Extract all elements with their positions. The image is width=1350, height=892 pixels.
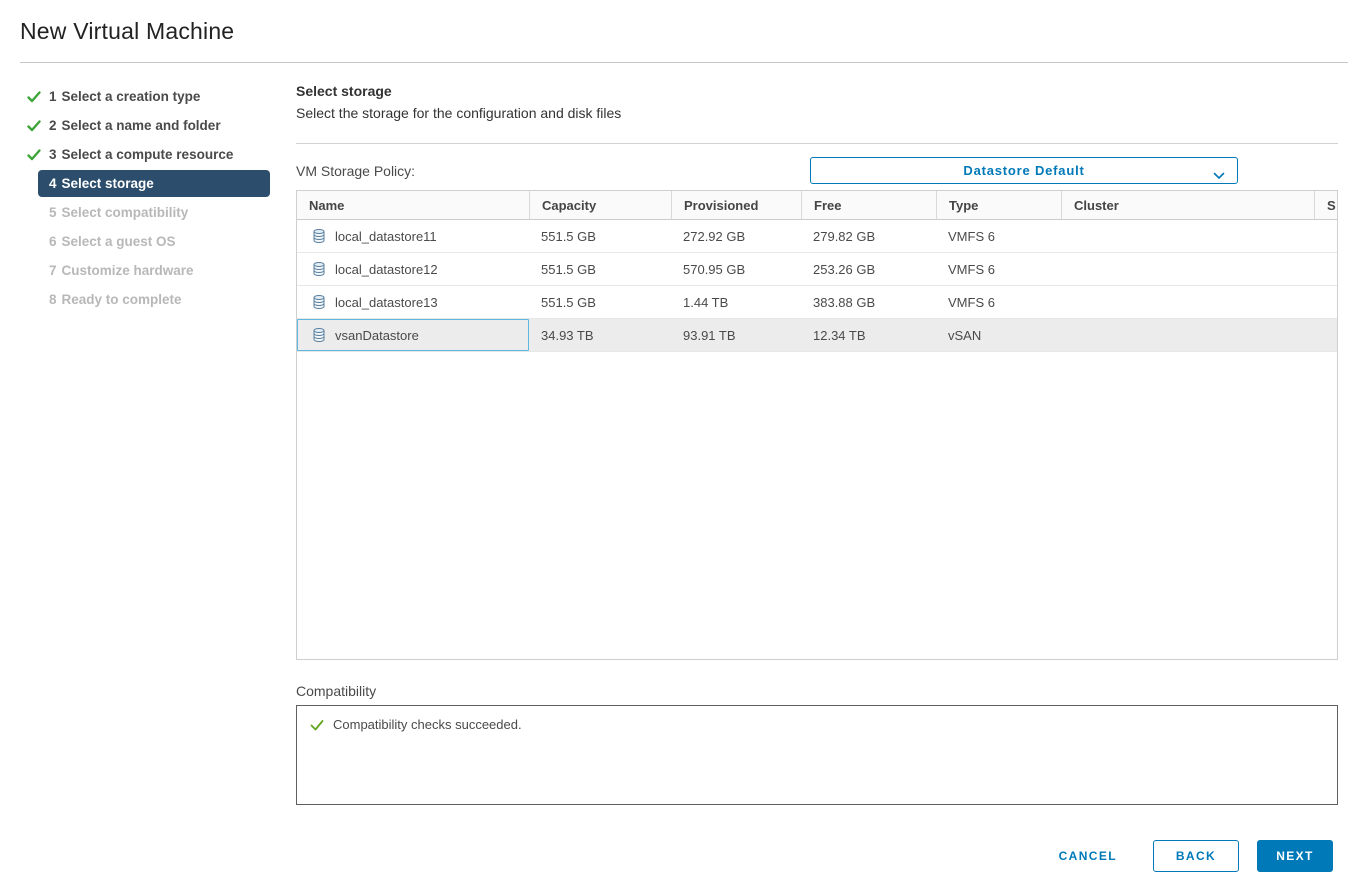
check-icon xyxy=(26,147,42,163)
compatibility-message: Compatibility checks succeeded. xyxy=(333,717,522,733)
table-row-vsan-datastore-selected[interactable]: vsanDatastore 34.93 TB 93.91 TB 12.34 TB… xyxy=(297,319,1337,352)
table-row-local-datastore12[interactable]: local_datastore12 551.5 GB 570.95 GB 253… xyxy=(297,253,1337,286)
datastore-icon xyxy=(311,228,327,244)
new-vm-wizard: New Virtual Machine 1 Select a creation … xyxy=(0,0,1350,892)
sidebar-step-8: 8 Ready to complete xyxy=(14,285,282,314)
datastore-icon xyxy=(311,294,327,310)
type-cell: VMFS 6 xyxy=(936,286,1061,318)
check-icon xyxy=(26,89,42,105)
type-cell: VMFS 6 xyxy=(936,220,1061,252)
table-row-local-datastore11[interactable]: local_datastore11 551.5 GB 272.92 GB 279… xyxy=(297,220,1337,253)
provisioned-cell: 93.91 TB xyxy=(671,319,801,351)
datastore-name: local_datastore11 xyxy=(335,229,437,244)
type-cell: VMFS 6 xyxy=(936,253,1061,285)
vm-storage-policy-label: VM Storage Policy: xyxy=(296,163,415,179)
vm-storage-policy-select[interactable]: Datastore Default xyxy=(810,157,1238,184)
title-divider xyxy=(20,62,1348,63)
sidebar-step-7: 7 Customize hardware xyxy=(14,256,282,285)
wizard-steps-sidebar: 1 Select a creation type 2 Select a name… xyxy=(14,82,282,314)
column-header-capacity[interactable]: Capacity xyxy=(529,191,671,219)
column-header-name[interactable]: Name xyxy=(297,191,529,219)
column-header-cluster[interactable]: Cluster xyxy=(1061,191,1314,219)
datastore-table-header: Name Capacity Provisioned Free Type Clus… xyxy=(297,191,1337,220)
datastore-table: Name Capacity Provisioned Free Type Clus… xyxy=(296,190,1338,660)
clipped-cell xyxy=(1314,319,1337,351)
column-header-free[interactable]: Free xyxy=(801,191,936,219)
capacity-cell: 34.93 TB xyxy=(529,319,671,351)
free-cell: 279.82 GB xyxy=(801,220,936,252)
vm-storage-policy-row: VM Storage Policy: Datastore Default xyxy=(296,157,1338,184)
column-header-clipped[interactable]: S xyxy=(1314,191,1337,219)
column-header-type[interactable]: Type xyxy=(936,191,1061,219)
capacity-cell: 551.5 GB xyxy=(529,286,671,318)
step-heading: Select storage xyxy=(296,82,1338,100)
check-icon xyxy=(309,717,325,733)
compatibility-panel: Compatibility checks succeeded. xyxy=(296,705,1338,805)
free-cell: 253.26 GB xyxy=(801,253,936,285)
step-subheading: Select the storage for the configuration… xyxy=(296,104,1338,122)
check-icon xyxy=(26,118,42,134)
cluster-cell xyxy=(1061,220,1314,252)
chevron-down-icon xyxy=(1213,167,1225,175)
clipped-cell xyxy=(1314,253,1337,285)
cancel-button[interactable]: CANCEL xyxy=(1055,841,1121,871)
datastore-icon xyxy=(311,261,327,277)
sidebar-step-5: 5 Select compatibility xyxy=(14,198,282,227)
capacity-cell: 551.5 GB xyxy=(529,220,671,252)
wizard-footer: CANCEL BACK NEXT xyxy=(1055,840,1333,872)
cluster-cell xyxy=(1061,319,1314,351)
capacity-cell: 551.5 GB xyxy=(529,253,671,285)
datastore-icon xyxy=(311,327,327,343)
back-button[interactable]: BACK xyxy=(1153,840,1239,872)
cluster-cell xyxy=(1061,286,1314,318)
datastore-table-body: local_datastore11 551.5 GB 272.92 GB 279… xyxy=(297,220,1337,659)
sidebar-step-4-active[interactable]: 4 Select storage xyxy=(38,170,270,197)
free-cell: 383.88 GB xyxy=(801,286,936,318)
cluster-cell xyxy=(1061,253,1314,285)
sidebar-step-3[interactable]: 3 Select a compute resource xyxy=(14,140,282,169)
datastore-name: vsanDatastore xyxy=(335,328,419,343)
provisioned-cell: 1.44 TB xyxy=(671,286,801,318)
step-content-panel: Select storage Select the storage for th… xyxy=(296,82,1338,805)
provisioned-cell: 570.95 GB xyxy=(671,253,801,285)
column-header-provisioned[interactable]: Provisioned xyxy=(671,191,801,219)
page-title: New Virtual Machine xyxy=(20,18,234,45)
vm-storage-policy-value: Datastore Default xyxy=(963,163,1084,178)
next-button[interactable]: NEXT xyxy=(1257,840,1333,872)
datastore-name: local_datastore13 xyxy=(335,295,438,310)
provisioned-cell: 272.92 GB xyxy=(671,220,801,252)
table-row-local-datastore13[interactable]: local_datastore13 551.5 GB 1.44 TB 383.8… xyxy=(297,286,1337,319)
content-divider xyxy=(296,143,1338,144)
clipped-cell xyxy=(1314,220,1337,252)
sidebar-step-2[interactable]: 2 Select a name and folder xyxy=(14,111,282,140)
clipped-cell xyxy=(1314,286,1337,318)
sidebar-step-6: 6 Select a guest OS xyxy=(14,227,282,256)
datastore-name: local_datastore12 xyxy=(335,262,438,277)
free-cell: 12.34 TB xyxy=(801,319,936,351)
type-cell: vSAN xyxy=(936,319,1061,351)
compatibility-label: Compatibility xyxy=(296,683,1338,699)
sidebar-step-1[interactable]: 1 Select a creation type xyxy=(14,82,282,111)
